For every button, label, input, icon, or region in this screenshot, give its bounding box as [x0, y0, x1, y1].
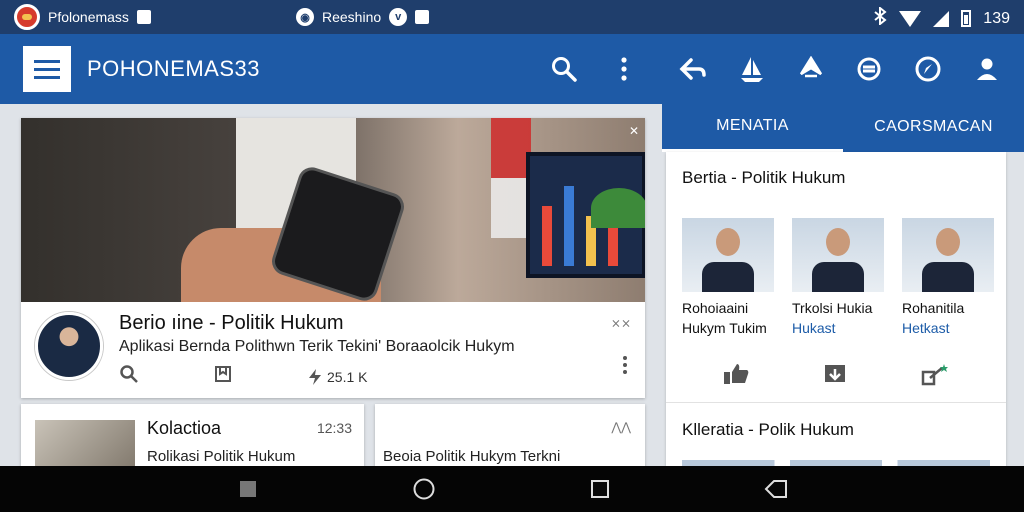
tab-caorsmacan[interactable]: CAORSMACAN — [843, 102, 1024, 152]
news-card[interactable]: Kolactioa 12:33 Rolikasi Politik Hukum — [21, 404, 364, 474]
status-time: 139 — [983, 9, 1010, 27]
more-vertical-icon[interactable] — [623, 356, 627, 374]
thumb-subtitle: Hukym Tukim — [682, 320, 767, 336]
app-bar: POHONEMAS33 — [0, 34, 662, 104]
person-thumbnail — [792, 218, 884, 292]
search-icon[interactable] — [550, 55, 578, 83]
bookmark-icon[interactable] — [213, 364, 233, 389]
news-card-time: 12:33 — [316, 420, 352, 436]
square-icon[interactable] — [235, 476, 261, 502]
thumb-subtitle: Hetkast — [902, 320, 950, 336]
more-vertical-icon[interactable] — [610, 55, 638, 83]
hero-image: ✕ — [21, 118, 645, 302]
thumb-title: Rohanitila — [902, 300, 965, 316]
news-card-description: Beoia Politik Hukym Terkni — [383, 448, 561, 465]
wifi-icon — [899, 10, 922, 27]
system-nav-bar — [0, 466, 1024, 512]
person-thumbnail — [682, 218, 774, 292]
app-title: POHONEMAS33 — [87, 56, 260, 81]
download-icon[interactable] — [822, 362, 848, 393]
share-icon[interactable] — [920, 362, 950, 393]
like-count[interactable]: 25.1 K — [307, 368, 367, 386]
list-item[interactable]: Rohanitila Hetkast — [902, 218, 994, 336]
stop-icon — [136, 10, 151, 24]
collapse-icon[interactable]: ⨯⨯ — [611, 316, 631, 330]
back-icon[interactable] — [676, 52, 710, 86]
thumb-title: Rohoiaaini — [682, 300, 749, 316]
battery-icon — [961, 10, 972, 27]
like-count-value: 25.1 K — [327, 368, 368, 385]
overview-icon[interactable] — [587, 476, 613, 502]
sailboat-icon[interactable] — [735, 52, 769, 86]
compass-icon[interactable] — [911, 52, 945, 86]
bluetooth-icon — [873, 5, 887, 30]
tab-menatia[interactable]: MENATIA — [662, 102, 843, 152]
status-app-name: Pfolonemass — [48, 9, 129, 25]
news-feed: ✕ Berio ıine - Politik Hukum Aplikasi Be… — [0, 104, 662, 474]
status-bar: Pfolonemass ◉ Reeshino v 139 — [0, 0, 1024, 34]
hero-dismiss-icon[interactable]: ✕ — [629, 124, 639, 138]
chevron-up-icon[interactable]: ⋀⋀ — [611, 420, 631, 434]
home-circle-icon[interactable] — [411, 476, 437, 502]
divider — [666, 402, 1006, 403]
news-card-description: Rolikasi Politik Hukum — [147, 448, 296, 465]
hero-title[interactable]: Berio ıine - Politik Hukum — [119, 312, 344, 335]
right-panel-header: MENATIA CAORSMACAN — [662, 34, 1024, 152]
vpn-icon: ◉ — [296, 8, 314, 26]
vibrate-icon: v — [389, 8, 408, 26]
news-card[interactable]: ⋀⋀ Beoia Politik Hukym Terkni — [375, 404, 645, 474]
side-panel: Bertia - Politik Hukum Rohoiaaini Hukym … — [666, 152, 1006, 466]
list-item[interactable]: Trkolsi Hukia Hukast — [792, 218, 884, 336]
back-nav-icon[interactable] — [763, 476, 789, 502]
menu-icon[interactable] — [23, 46, 71, 92]
thumb-title: Trkolsi Hukia — [792, 300, 873, 316]
list-item[interactable]: Rohoiaaini Hukym Tukim — [682, 218, 774, 336]
app-logo-icon — [14, 4, 40, 30]
side-panel-heading-2: Klleratia - Polik Hukum — [682, 420, 854, 439]
person-thumbnail — [902, 218, 994, 292]
thumbs-up-icon[interactable] — [722, 362, 750, 393]
thumb-subtitle: Hukast — [792, 320, 836, 336]
cast-icon — [415, 10, 430, 24]
lightning-icon — [309, 368, 321, 385]
user-icon[interactable] — [970, 52, 1004, 86]
network-icon[interactable] — [794, 52, 828, 86]
avatar — [35, 312, 103, 380]
hero-news-card[interactable]: ✕ Berio ıine - Politik Hukum Aplikasi Be… — [21, 118, 645, 398]
search-icon[interactable] — [119, 364, 139, 389]
status-center-label: Reeshino — [322, 9, 382, 25]
signal-icon — [933, 10, 950, 27]
refresh-icon[interactable] — [852, 52, 886, 86]
hero-description: Aplikasi Bernda Polithwn Terik Tekini' B… — [119, 338, 515, 355]
side-panel-heading: Bertia - Politik Hukum — [682, 168, 846, 187]
news-card-title: Kolactioa — [147, 418, 222, 438]
